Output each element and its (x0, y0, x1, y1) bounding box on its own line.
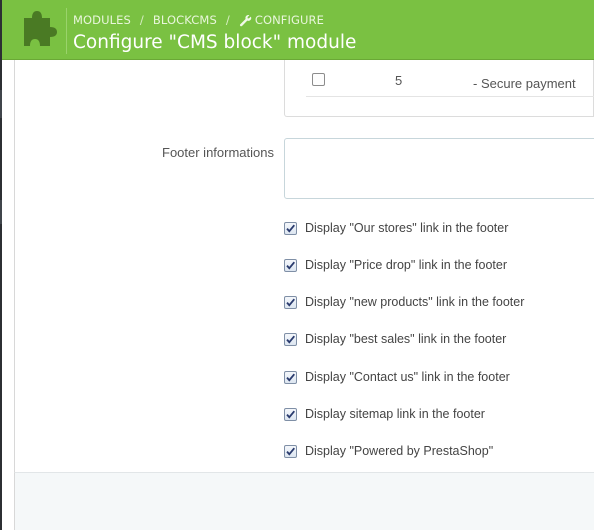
breadcrumb-separator: / (139, 13, 144, 27)
sidebar-edge-item (0, 200, 2, 224)
option-checkbox[interactable] (284, 258, 297, 272)
footer-informations-field[interactable] (284, 138, 594, 199)
checkmark-icon (286, 373, 295, 382)
breadcrumb-configure: CONFIGURE (254, 13, 325, 27)
option-powered-by[interactable]: Display "Powered by PrestaShop" (284, 443, 493, 459)
breadcrumb-modules[interactable]: MODULES (73, 13, 131, 27)
option-checkbox[interactable] (284, 295, 297, 309)
option-label: Display "Our stores" link in the footer (305, 221, 509, 235)
option-checkbox[interactable] (284, 332, 297, 346)
row-title: - Secure payment (473, 76, 576, 91)
option-sitemap[interactable]: Display sitemap link in the footer (284, 406, 485, 422)
checkmark-icon (286, 410, 295, 419)
page-header: MODULES / BLOCKCMS / CONFIGURE Configure… (2, 0, 594, 60)
option-label: Display "best sales" link in the footer (305, 332, 507, 346)
checkmark-icon (286, 335, 295, 344)
option-label: Display "Price drop" link in the footer (305, 258, 508, 272)
sidebar-edge (0, 0, 2, 530)
breadcrumb-module-name[interactable]: BLOCKCMS (153, 13, 217, 27)
checkmark-icon (286, 298, 295, 307)
sidebar-edge-item (0, 90, 2, 118)
row-checkbox[interactable] (312, 73, 325, 86)
option-label: Display "Powered by PrestaShop" (305, 444, 494, 458)
option-best-sales[interactable]: Display "best sales" link in the footer (284, 331, 506, 347)
checkmark-icon (286, 447, 295, 456)
option-label: Display sitemap link in the footer (305, 407, 485, 421)
table-row: 5 - Secure payment (306, 66, 594, 97)
checkmark-icon (286, 261, 295, 270)
row-position: 5 (395, 73, 403, 88)
checkmark-icon (286, 224, 295, 233)
breadcrumb-separator: / (225, 13, 230, 27)
option-price-drop[interactable]: Display "Price drop" link in the footer (284, 257, 507, 273)
breadcrumb: MODULES / BLOCKCMS / CONFIGURE (73, 12, 324, 28)
panel-footer (14, 472, 594, 530)
option-checkbox[interactable] (284, 370, 297, 384)
wrench-icon (239, 14, 252, 26)
puzzle-piece-icon (16, 10, 60, 50)
page-title: Configure "CMS block" module (73, 32, 357, 53)
option-label: Display "Contact us" link in the footer (305, 370, 510, 384)
option-checkbox[interactable] (284, 221, 297, 235)
option-contact-us[interactable]: Display "Contact us" link in the footer (284, 369, 510, 385)
option-new-products[interactable]: Display "new products" link in the foote… (284, 294, 524, 310)
header-divider (66, 8, 67, 54)
option-our-stores[interactable]: Display "Our stores" link in the footer (284, 220, 508, 236)
option-label: Display "new products" link in the foote… (305, 295, 525, 309)
option-checkbox[interactable] (284, 407, 297, 421)
footer-informations-label: Footer informations (162, 145, 274, 160)
option-checkbox[interactable] (284, 444, 297, 458)
